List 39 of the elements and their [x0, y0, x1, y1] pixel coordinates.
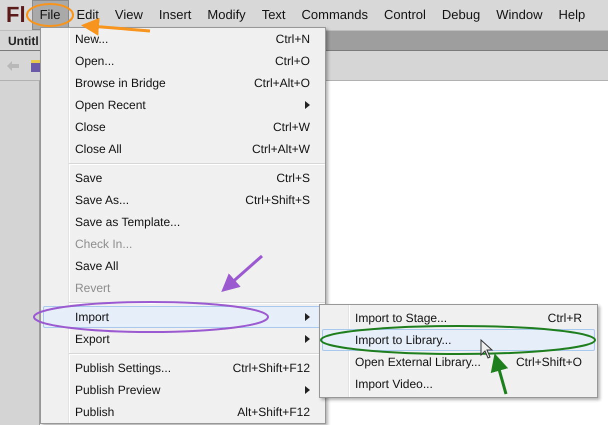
submenu-arrow-icon [305, 335, 310, 343]
submenu-arrow-icon [305, 386, 310, 394]
menu-item[interactable]: Close Ctrl+W [43, 116, 323, 138]
menu-item[interactable]: Import to Stage... Ctrl+R [322, 307, 595, 329]
pointer-arrow [490, 353, 508, 394]
menu-item[interactable]: New... Ctrl+N [43, 28, 323, 50]
pointer-arrow [81, 18, 150, 36]
menu-item[interactable]: Text [254, 0, 294, 30]
menu-item[interactable]: Publish Alt+Shift+F12 [43, 401, 323, 423]
mouse-cursor-icon [480, 338, 494, 359]
menu-item[interactable]: Commands [294, 0, 376, 30]
menu-item[interactable]: Close All Ctrl+Alt+W [43, 138, 323, 160]
menu-item[interactable]: Publish Settings... Ctrl+Shift+F12 [43, 357, 323, 379]
menu-item[interactable]: Control [376, 0, 434, 30]
pointer-arrow [221, 254, 263, 292]
menu-item[interactable]: Modify [199, 0, 254, 30]
menu-item[interactable]: Save All [43, 255, 323, 277]
highlight-circle [26, 3, 74, 27]
menu-item[interactable]: Open... Ctrl+O [43, 50, 323, 72]
menu-item[interactable]: Browse in Bridge Ctrl+Alt+O [43, 72, 323, 94]
document-tab[interactable]: Untitl [0, 31, 42, 50]
menu-item[interactable]: View [106, 0, 151, 30]
submenu-arrow-icon [305, 313, 310, 321]
menu-item[interactable]: Insert [150, 0, 200, 30]
menu-item[interactable]: Export [43, 328, 323, 350]
menu-item[interactable]: Import to Library... [322, 329, 595, 351]
menu-item[interactable]: Save as Template... [43, 211, 323, 233]
menu-item[interactable]: Debug [434, 0, 488, 30]
menu-item[interactable]: Save Ctrl+S [43, 167, 323, 189]
app-logo: Fl [6, 4, 26, 26]
menu-item[interactable]: Import Video... [322, 373, 595, 395]
menu-item[interactable]: Save As... Ctrl+Shift+S [43, 189, 323, 211]
menu-item[interactable]: Open Recent [43, 94, 323, 116]
scene-icon[interactable] [30, 58, 42, 72]
submenu-arrow-icon [305, 101, 310, 109]
menu-item[interactable]: Publish Preview [43, 379, 323, 401]
menu-item[interactable]: Open External Library... Ctrl+Shift+O [322, 351, 595, 373]
menu-item[interactable]: Window [488, 0, 550, 30]
menu-item[interactable]: Help [550, 0, 594, 30]
